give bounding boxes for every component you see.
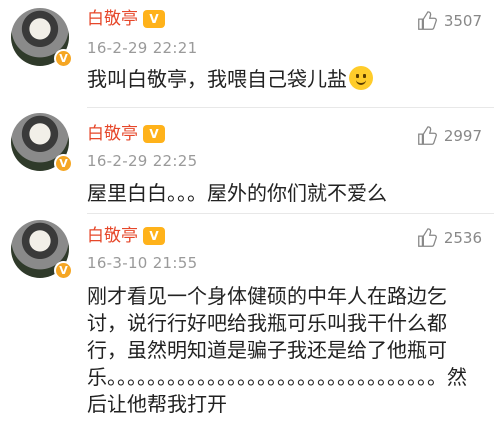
thumbs-up-icon [417,228,437,247]
divider [87,213,494,214]
verified-v-icon: V [54,261,73,280]
vip-crown-icon: V [143,125,165,143]
verified-v-icon: V [54,49,73,68]
like-button[interactable]: 2997 [416,125,482,147]
like-button[interactable]: 3507 [416,10,482,32]
comment-text: 屋里白白。。。屋外的你们就不爱么 [87,181,387,205]
timestamp: 16-3-10 21:55 [87,254,198,272]
username[interactable]: 白敬亭 [87,8,138,30]
avatar[interactable]: V [11,113,73,173]
timestamp: 16-2-29 22:25 [87,152,198,170]
username[interactable]: 白敬亭 [87,225,138,247]
timestamp: 16-2-29 22:21 [87,39,198,57]
smile-emoji-icon [349,66,373,90]
like-button[interactable]: 2536 [416,227,482,249]
like-count: 2997 [443,127,482,145]
like-count: 2536 [443,229,482,247]
thumbs-up-icon [417,126,437,145]
like-count: 3507 [443,12,482,30]
avatar[interactable]: V [11,220,73,280]
verified-v-icon: V [54,154,73,173]
avatar[interactable]: V [11,8,73,68]
divider [87,107,494,108]
username[interactable]: 白敬亭 [87,123,138,145]
vip-crown-icon: V [143,10,165,28]
comment-text: 刚才看见一个身体健硕的中年人在路边乞讨，说行行好吧给我瓶可乐叫我干什么都行，虽然… [87,284,467,416]
comment-text: 我叫白敬亭，我喂自己袋儿盐 [87,66,483,93]
thumbs-up-icon [417,11,437,30]
vip-crown-icon: V [143,227,165,245]
